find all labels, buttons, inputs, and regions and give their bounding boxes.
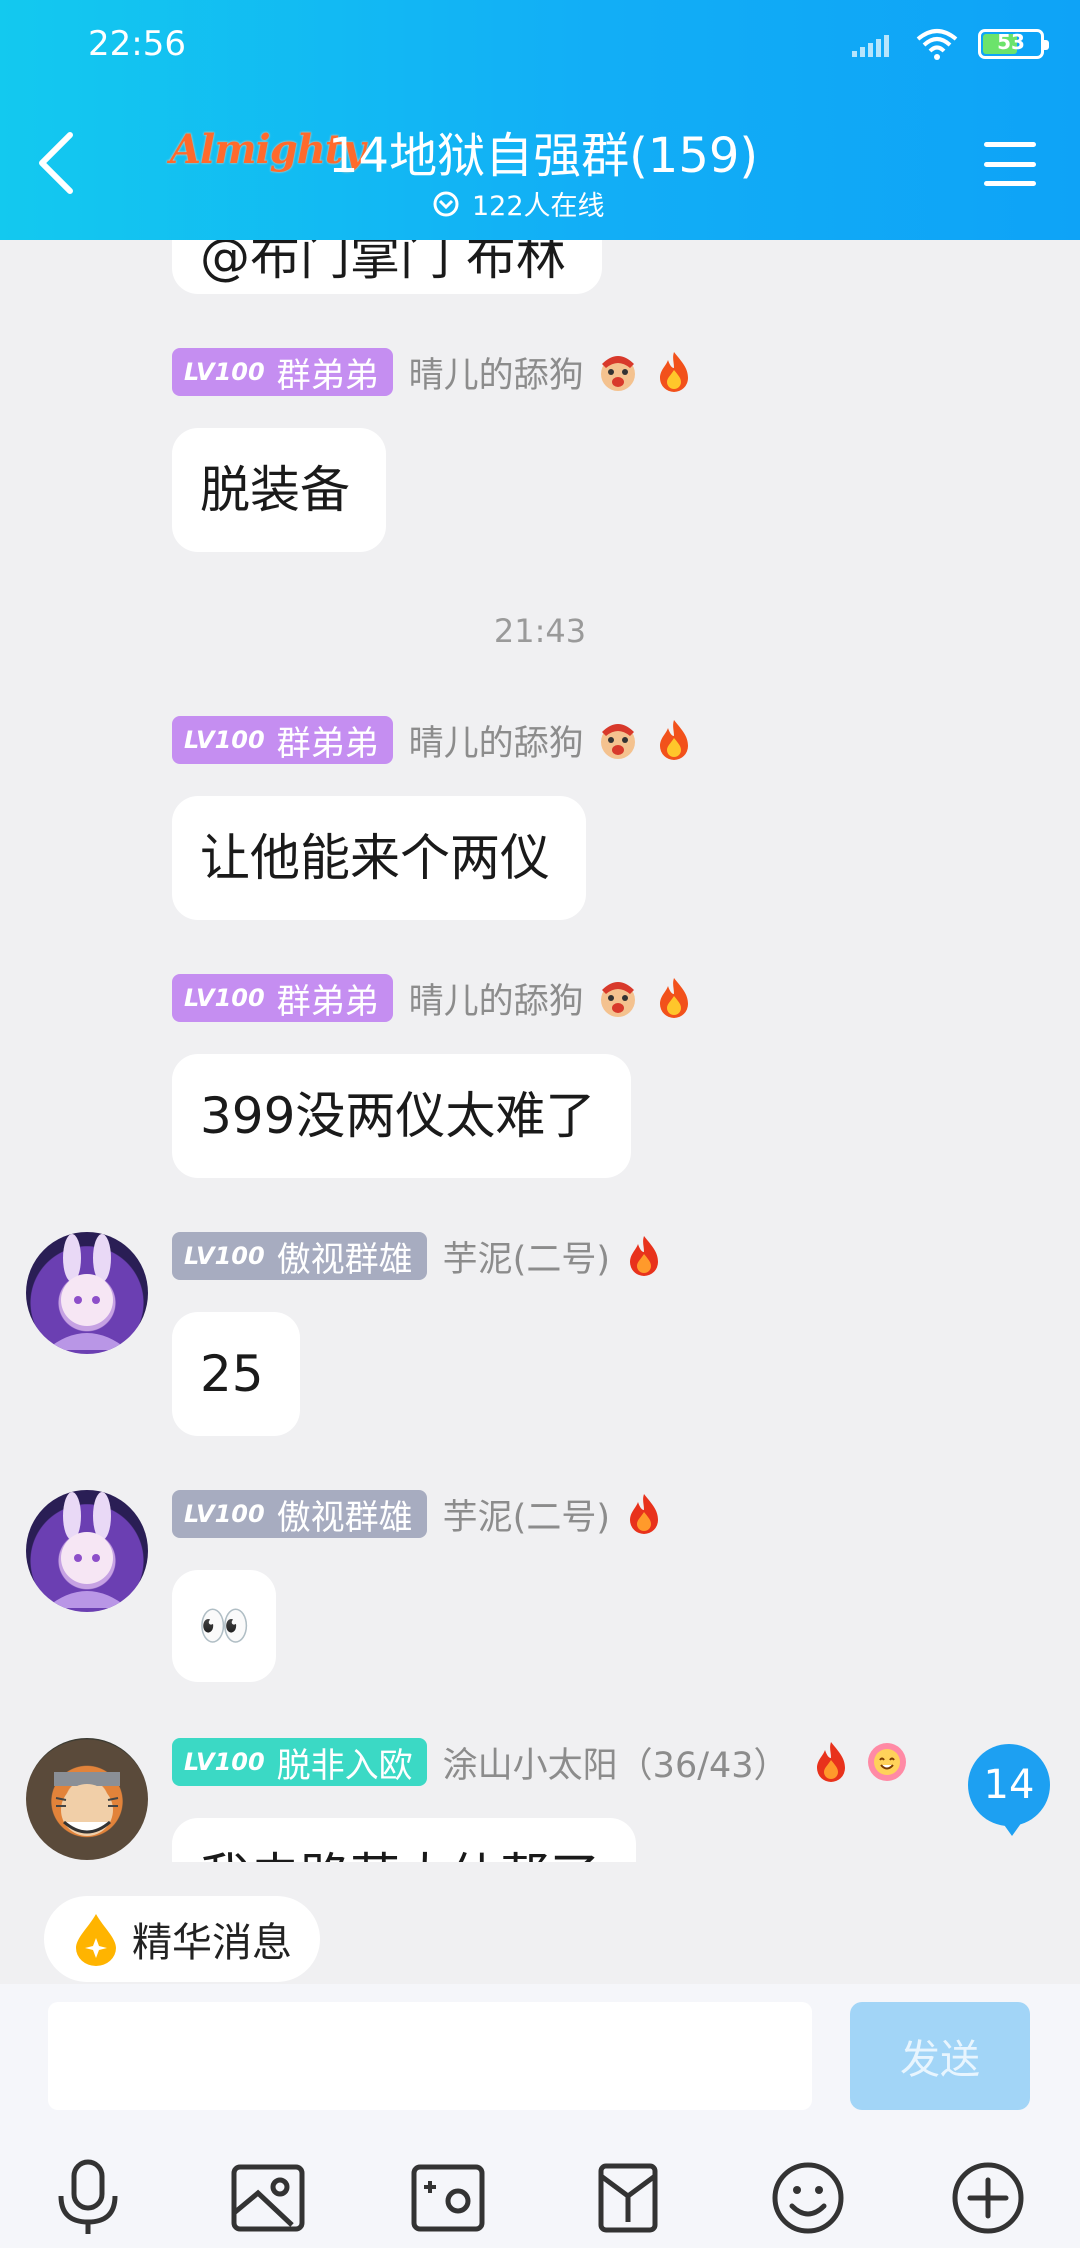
fire-icon (659, 720, 688, 760)
send-button[interactable]: 发送 (850, 2002, 1030, 2110)
sender-nickname[interactable]: 晴儿的舔狗 (409, 715, 584, 766)
message-text: 脱装备 (200, 461, 350, 519)
badge-title: 群弟弟 (276, 723, 379, 764)
time-divider: 21:43 (493, 612, 587, 650)
image-icon (231, 2164, 305, 2232)
message-text: 25 (200, 1345, 264, 1403)
image-button[interactable] (218, 2148, 318, 2248)
unread-count-badge[interactable]: 14 (968, 1744, 1050, 1836)
avatar[interactable] (26, 1738, 148, 1860)
emoji-icon (772, 2162, 844, 2234)
fortune-god-icon (600, 982, 635, 1017)
message-text: 👀 (198, 1601, 251, 1650)
sender-nickname[interactable]: 涂山小太阳（36/43） (443, 1737, 789, 1788)
menu-button[interactable] (984, 142, 1036, 186)
fire-icon (659, 352, 688, 392)
fire-icon (629, 1236, 658, 1276)
level-label: LV100 (184, 984, 265, 1012)
level-label: LV100 (184, 726, 265, 754)
fortune-god-icon (600, 356, 635, 391)
sender-meta: LV100 群弟弟 晴儿的舔狗 (172, 974, 696, 1022)
page-title[interactable]: 14地狱自强群(159) (328, 116, 758, 186)
badge-title: 脱非入欧 (276, 1745, 413, 1786)
level-badge: LV100 傲视群雄 (172, 1490, 427, 1538)
level-badge: LV100 群弟弟 (172, 348, 393, 396)
group-logo: Almighty (170, 126, 366, 173)
emoji-button[interactable] (758, 2148, 858, 2248)
message-bubble[interactable]: 👀 (172, 1570, 277, 1682)
avatar[interactable] (26, 1490, 148, 1612)
online-count-label: 122人在线 (472, 191, 605, 222)
input-toolbar (0, 2148, 1080, 2248)
sender-nickname[interactable]: 芋泥(二号) (443, 1231, 610, 1282)
badge-title: 群弟弟 (276, 981, 379, 1022)
chat-screen: @布门掌门 布林 LV100 群弟弟 晴儿的舔狗 脱装备 21:43 LV100… (0, 0, 1080, 2248)
badge-title: 群弟弟 (276, 355, 379, 396)
sender-meta: LV100 群弟弟 晴儿的舔狗 (172, 348, 696, 396)
message-input[interactable] (48, 2002, 812, 2110)
level-badge: LV100 群弟弟 (172, 716, 393, 764)
camera-icon (411, 2164, 485, 2232)
essence-label: 精华消息 (132, 1920, 292, 1966)
level-badge: LV100 脱非入欧 (172, 1738, 427, 1786)
essence-drop-icon (76, 1914, 116, 1966)
more-button[interactable] (938, 2148, 1038, 2248)
badge-title: 傲视群雄 (276, 1497, 413, 1538)
camera-button[interactable] (398, 2148, 498, 2248)
back-arrow-icon (39, 132, 73, 194)
sender-meta: LV100 脱非入欧 涂山小太阳（36/43） (172, 1738, 909, 1786)
message-bubble[interactable]: 脱装备 (172, 428, 386, 552)
sender-nickname[interactable]: 晴儿的舔狗 (409, 347, 584, 398)
avatar[interactable] (26, 1232, 148, 1354)
fire-icon (659, 978, 688, 1018)
input-panel: 精华消息 发送 (0, 1862, 1080, 2248)
bunny-avatar-image (46, 1492, 128, 1608)
back-button[interactable] (36, 128, 88, 198)
level-label: LV100 (184, 1748, 265, 1776)
message-text: 让他能来个两仪 (200, 829, 550, 887)
menu-icon (984, 142, 1036, 147)
message-bubble[interactable]: 25 (172, 1312, 300, 1436)
chat-header: 22:56 53 Almighty 14地狱自强群(159) 122人在线 (0, 0, 1080, 240)
bunny-avatar-image (46, 1234, 128, 1350)
message-bubble[interactable]: 我去路营太仙帮了 (172, 1818, 636, 1862)
level-badge: LV100 傲视群雄 (172, 1232, 427, 1280)
wifi-icon (916, 29, 958, 60)
battery-level: 53 (997, 30, 1025, 54)
mic-icon (58, 2159, 118, 2234)
message-text: 399没两仪太难了 (200, 1087, 596, 1145)
smile-flower-icon (867, 1743, 906, 1781)
online-check-icon (433, 191, 459, 216)
level-label: LV100 (184, 1500, 265, 1528)
plus-icon (952, 2162, 1024, 2234)
sender-nickname[interactable]: 芋泥(二号) (443, 1489, 610, 1540)
level-label: LV100 (184, 358, 265, 386)
sender-meta: LV100 傲视群雄 芋泥(二号) (172, 1232, 666, 1280)
fire-icon (629, 1494, 658, 1534)
red-packet-button[interactable] (578, 2148, 678, 2248)
signal-icon (852, 35, 889, 57)
level-badge: LV100 群弟弟 (172, 974, 393, 1022)
sender-meta: LV100 傲视群雄 芋泥(二号) (172, 1490, 666, 1538)
red-packet-icon (598, 2163, 658, 2233)
online-count[interactable]: 122人在线 (432, 184, 605, 223)
message-list[interactable]: @布门掌门 布林 LV100 群弟弟 晴儿的舔狗 脱装备 21:43 LV100… (0, 0, 1080, 1862)
fire-icon (816, 1742, 845, 1782)
naruto-avatar-image (54, 1772, 120, 1836)
message-bubble[interactable]: 399没两仪太难了 (172, 1054, 632, 1178)
message-bubble[interactable]: 让他能来个两仪 (172, 796, 586, 920)
essence-messages-button[interactable]: 精华消息 (44, 1896, 320, 1982)
status-time: 22:56 (88, 24, 186, 64)
sender-nickname[interactable]: 晴儿的舔狗 (409, 973, 584, 1024)
level-label: LV100 (184, 1242, 265, 1270)
fortune-god-icon (600, 724, 635, 759)
message-text: 我去路营太仙帮了 (200, 1852, 600, 1862)
status-icons: 53 (850, 24, 1049, 64)
voice-button[interactable] (38, 2148, 138, 2248)
sender-meta: LV100 群弟弟 晴儿的舔狗 (172, 716, 696, 764)
badge-title: 傲视群雄 (276, 1239, 413, 1280)
battery-icon: 53 (978, 29, 1049, 59)
